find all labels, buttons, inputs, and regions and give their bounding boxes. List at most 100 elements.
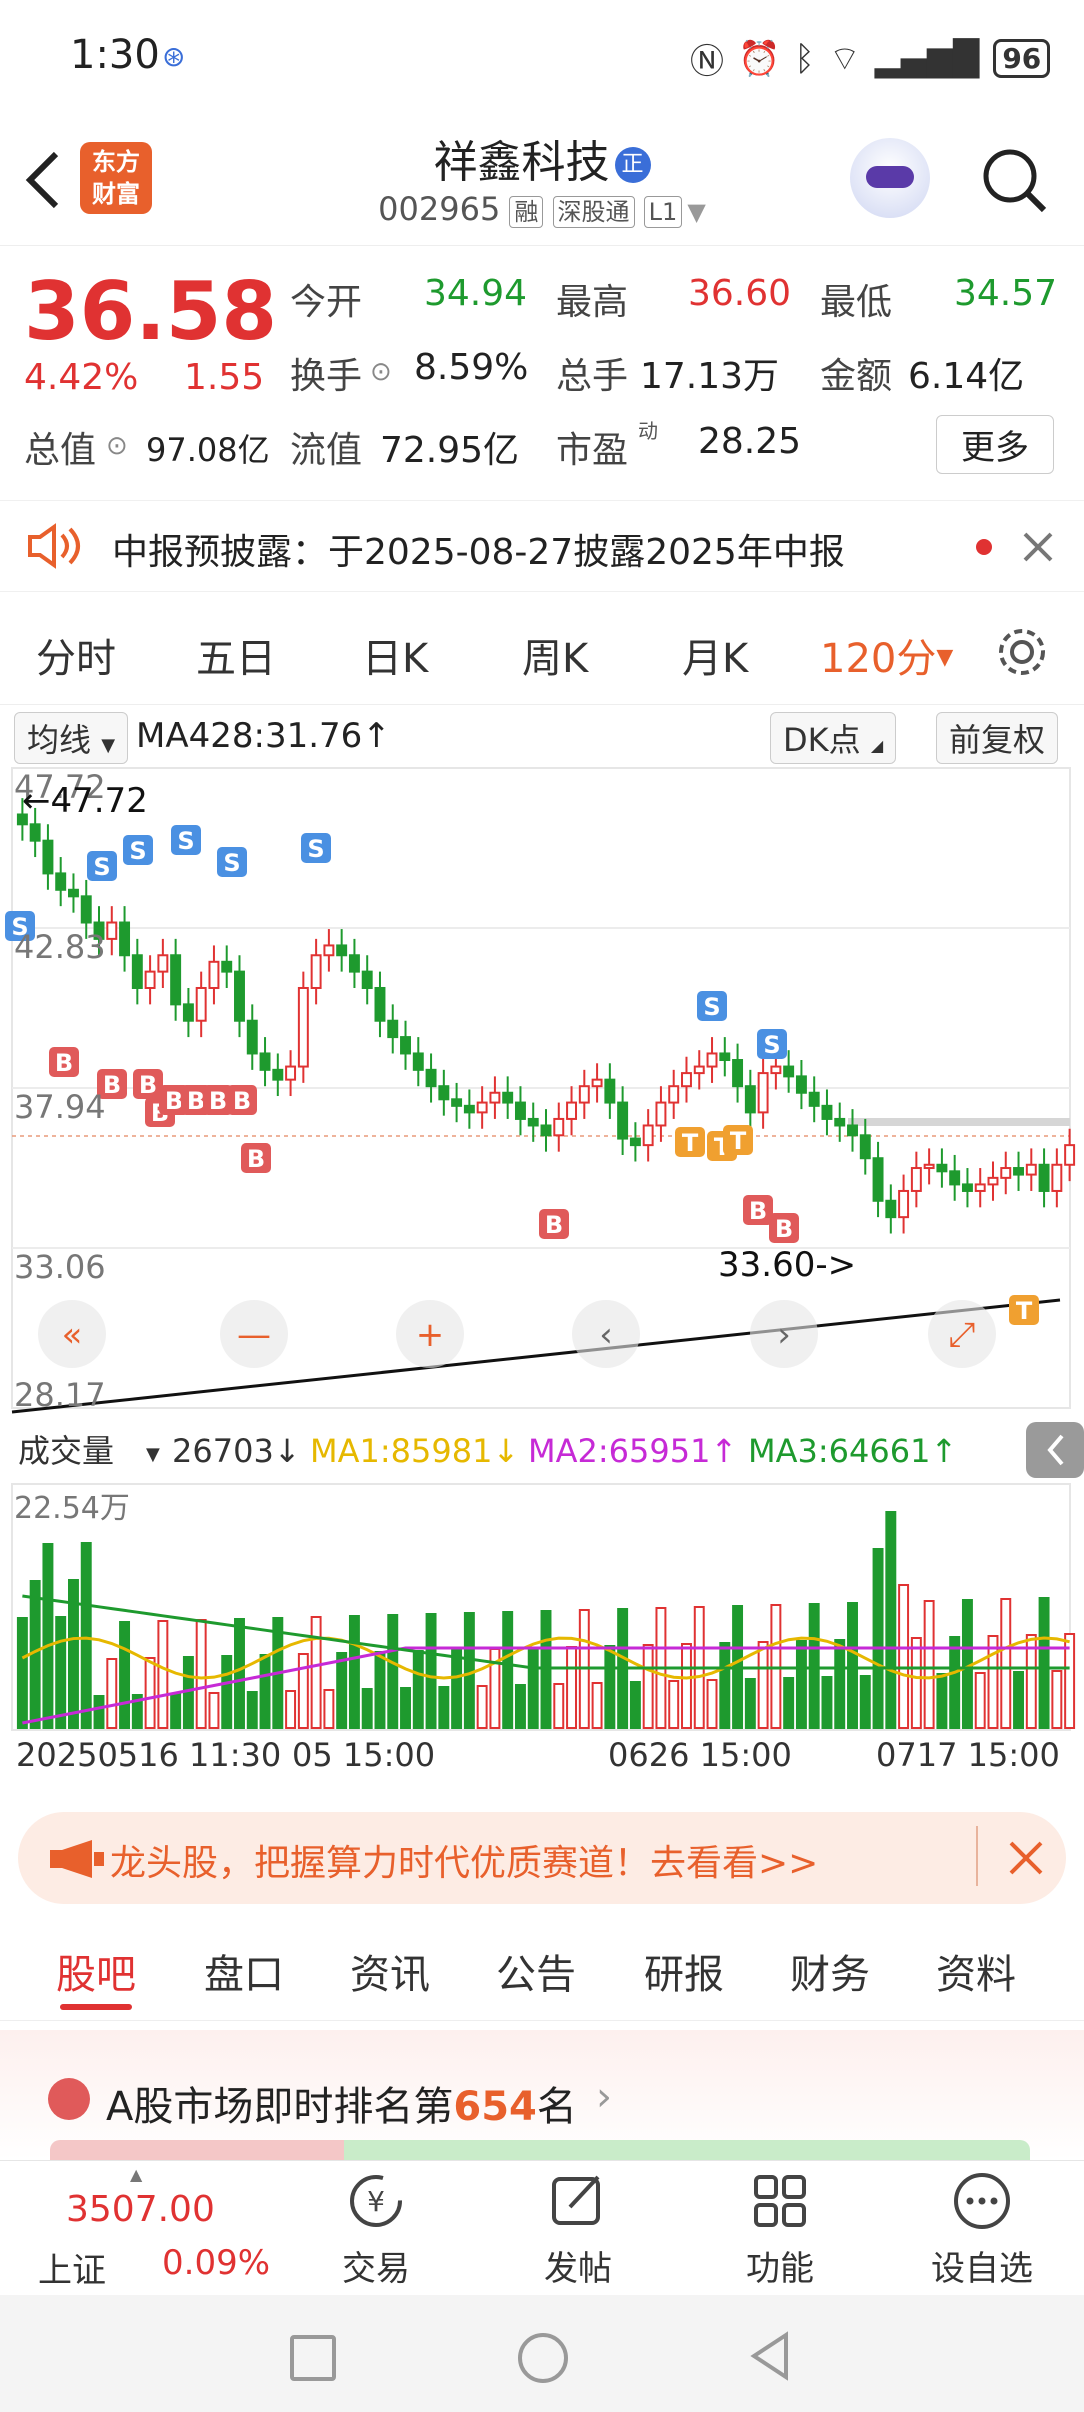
candle-body [847, 1124, 858, 1137]
robot-assistant-icon[interactable] [850, 138, 930, 218]
adjust-button[interactable]: 前复权 [936, 712, 1059, 764]
info-icon[interactable]: ⊙ [370, 357, 392, 387]
ad-banner[interactable]: 龙头股，把握算力时代优质赛道！去看看>> [18, 1812, 1066, 1904]
collapse-button[interactable] [1026, 1422, 1084, 1478]
candle-body [1025, 1163, 1037, 1176]
close-icon[interactable] [1022, 531, 1054, 563]
tab-weekly[interactable]: 周K [522, 626, 588, 684]
candle-body [783, 1065, 795, 1078]
volume-bar [1000, 1598, 1012, 1729]
verified-badge: 正 [614, 147, 651, 183]
volume-selector[interactable]: 成交量 [18, 1432, 114, 1470]
tab-daily[interactable]: 日K [362, 626, 428, 684]
volume-bar [463, 1612, 475, 1729]
candle-body [310, 954, 322, 989]
chart-control-icon: ⤢ [948, 1315, 975, 1355]
candlestick-chart[interactable]: SSSSSSSSBBBBBBBBBBBBTTTT 47.72 42.83 37.… [0, 766, 1084, 1796]
recent-apps-button[interactable] [290, 2335, 336, 2381]
trade-signal-label: B [749, 1197, 767, 1225]
trade-signal-label: S [763, 1031, 780, 1059]
dk-point-button[interactable]: DK点 ◢ [770, 712, 897, 764]
nav-watchlist[interactable]: 设自选 [922, 2171, 1042, 2290]
notice-text: 中报预披露：于2025-08-27披露2025年中报 [112, 532, 845, 573]
volume-bar [93, 1695, 105, 1729]
info-icon[interactable]: ⊙ [106, 431, 128, 461]
notice-bar[interactable]: 中报预披露：于2025-08-27披露2025年中报 [0, 500, 1084, 592]
candle-body [106, 921, 118, 940]
rank-bar [50, 2140, 1030, 2160]
tab-monthly[interactable]: 月K [682, 626, 748, 684]
nav-functions[interactable]: 功能 [720, 2171, 840, 2290]
candle-body [285, 1065, 297, 1081]
low-value: 34.57 [954, 273, 1058, 314]
status-time: 1:30 [70, 32, 160, 78]
tab-guba[interactable]: 股吧 [56, 1942, 136, 2000]
bluetooth-icon: ᛒ [794, 38, 815, 79]
tab-intraday[interactable]: 分时 [36, 626, 116, 684]
trade-signal-label: B [233, 1087, 251, 1115]
volume-ma1: MA1:85981↓ [310, 1432, 519, 1470]
nav-post[interactable]: 发帖 [518, 2171, 638, 2290]
chart-control-icon: + [416, 1315, 445, 1355]
candle-body [195, 986, 207, 1022]
volume-bar [412, 1650, 424, 1729]
market-rank-card[interactable]: A股市场即时排名第654名 › [0, 2030, 1084, 2160]
volume-bar [642, 1644, 654, 1729]
volume-bar [706, 1679, 718, 1729]
change-pct: 4.42% [24, 357, 139, 398]
volume-bar [476, 1685, 488, 1729]
tab-news[interactable]: 资讯 [350, 1942, 430, 2000]
tag-margin: 融 [509, 196, 544, 228]
tab-finance[interactable]: 财务 [790, 1942, 870, 2000]
candle-body [655, 1101, 667, 1127]
volume-bar [374, 1651, 386, 1729]
candle-body [795, 1075, 807, 1094]
volume-bar [195, 1619, 207, 1729]
nav-trade-label: 交易 [342, 2249, 410, 2289]
trade-signal-label: B [55, 1049, 73, 1077]
candle-body [361, 970, 373, 989]
x-axis-label: 0626 15:00 [608, 1736, 792, 1774]
volume-bar [208, 1692, 220, 1729]
candle-body [1013, 1167, 1025, 1176]
low-annotation: 33.60-> [718, 1245, 856, 1285]
volume-bar [323, 1689, 335, 1729]
price-axis-label: 37.94 [14, 1088, 106, 1126]
tab-announcements[interactable]: 公告 [496, 1942, 576, 2000]
trade-signal-label: B [545, 1211, 563, 1239]
candle-body [438, 1085, 450, 1101]
more-button[interactable]: 更多 [936, 415, 1054, 474]
candle-body [323, 944, 335, 957]
edit-icon [552, 2175, 600, 2225]
candle-body [974, 1183, 986, 1192]
search-icon[interactable] [980, 146, 1050, 216]
nav-trade[interactable]: ¥ 交易 [316, 2171, 436, 2290]
ma-value: MA428:31.76↑ [136, 716, 391, 756]
candle-body [514, 1101, 526, 1120]
settings-gear-icon[interactable] [994, 624, 1050, 680]
tab-120min[interactable]: 120分▼ [820, 626, 953, 684]
amount-value: 6.14亿 [908, 356, 1025, 397]
period-tabs: 分时 五日 日K 周K 月K 120分▼ [0, 596, 1084, 705]
tab-profile[interactable]: 资料 [936, 1942, 1016, 2000]
candle-body [604, 1078, 616, 1104]
tab-research[interactable]: 研报 [644, 1942, 724, 2000]
open-label: 今开 [290, 282, 363, 323]
candle-body [719, 1052, 731, 1062]
ma-selector[interactable]: 均线 ▼ [14, 712, 129, 764]
candle-body [578, 1085, 590, 1104]
volume-bar [144, 1657, 156, 1729]
candle-body [42, 839, 54, 875]
close-icon[interactable] [1008, 1840, 1044, 1876]
turnover-label: 换手 [290, 356, 363, 397]
grid-icon [754, 2175, 806, 2227]
rank-prefix: A股市场即时排名第 [106, 2084, 454, 2130]
tab-pankou[interactable]: 盘口 [204, 1942, 284, 2000]
back-button[interactable] [748, 2331, 792, 2381]
dropdown-icon[interactable]: ▼ [687, 198, 705, 226]
tab-five-day[interactable]: 五日 [196, 626, 276, 684]
index-widget[interactable]: ▲ 3507.00 上证 0.09% [30, 2161, 280, 2296]
price-axis-label: 42.83 [14, 928, 106, 966]
home-button[interactable] [518, 2333, 568, 2383]
candle-body [387, 1019, 399, 1039]
